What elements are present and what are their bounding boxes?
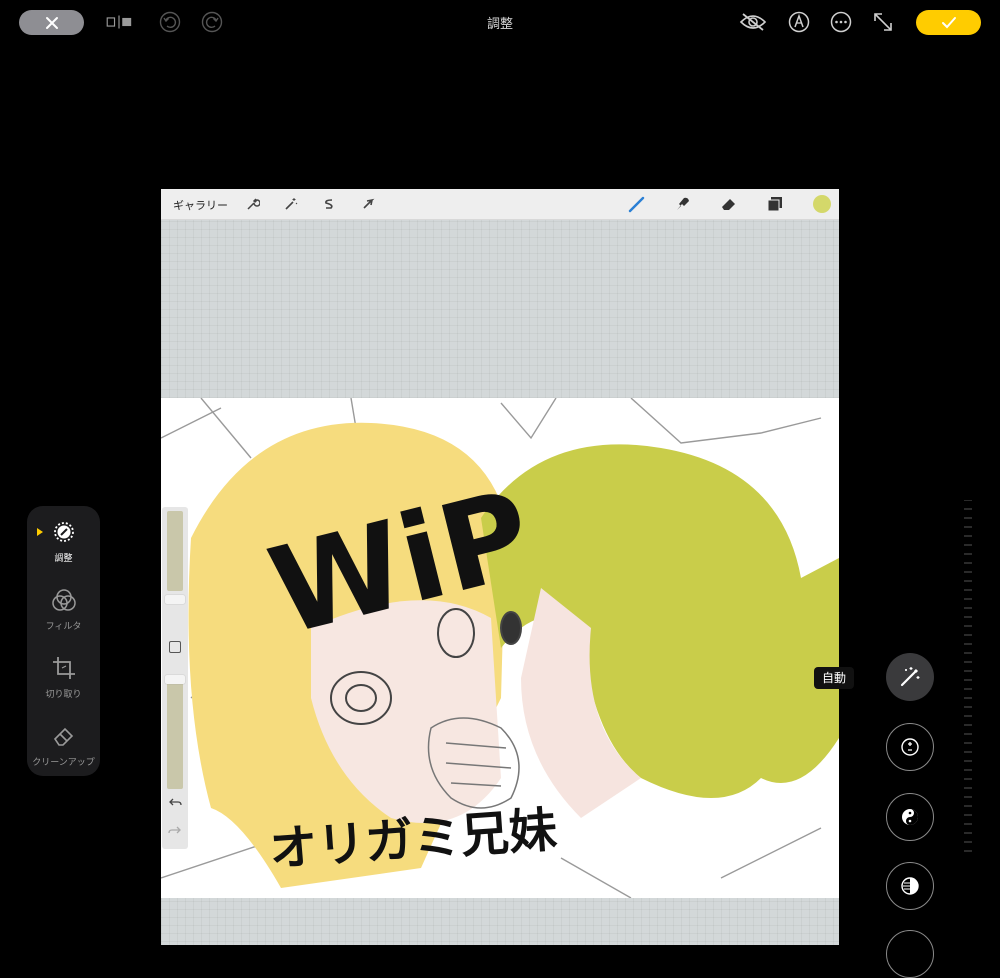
done-button[interactable] — [916, 10, 981, 35]
eraser-icon — [53, 727, 73, 746]
markup-button[interactable] — [786, 9, 812, 35]
modifier-square — [169, 641, 181, 653]
highlights-icon — [901, 877, 919, 895]
magic-wand-icon — [282, 195, 300, 213]
expand-button[interactable] — [870, 9, 896, 35]
tool-adjust-label: 調整 — [54, 554, 73, 564]
undo-small-icon — [169, 798, 182, 806]
transform-arrow-icon — [359, 195, 377, 213]
shadows-button[interactable] — [886, 930, 934, 978]
magic-wand-icon — [900, 667, 920, 687]
layers-icon — [766, 195, 784, 213]
artwork-drawing: WiP オリガミ兄妹 — [161, 398, 839, 898]
crop-icon — [52, 657, 75, 679]
tool-adjust[interactable]: 調整 — [27, 520, 100, 564]
tool-filter-label: フィルタ — [45, 622, 82, 632]
auto-label: 自動 — [814, 667, 855, 689]
tool-crop-label: 切り取り — [45, 690, 82, 700]
brush-size-slider — [162, 507, 188, 849]
highlights-button[interactable] — [886, 862, 934, 910]
checkmark-icon — [941, 16, 956, 28]
pen-tip-icon — [788, 11, 810, 33]
more-options-button[interactable] — [828, 9, 854, 35]
expand-icon — [874, 13, 892, 31]
smudge-icon — [674, 195, 692, 213]
yin-yang-icon — [902, 809, 918, 825]
redo-small-icon — [168, 826, 181, 834]
brilliance-button[interactable] — [886, 793, 934, 841]
adjustment-dial[interactable] — [962, 500, 974, 856]
photo-canvas[interactable]: ギャラリー WiP オリガミ兄妹 — [161, 189, 839, 945]
auto-enhance-button[interactable] — [886, 653, 934, 701]
tool-cleanup[interactable]: クリーンアップ — [27, 724, 100, 768]
hide-markup-button[interactable] — [738, 9, 768, 35]
adjust-icon — [53, 522, 74, 542]
exposure-button[interactable] — [886, 723, 934, 771]
edit-tools-panel: 調整 フィルタ 切り取り クリーンアップ — [27, 506, 100, 776]
tool-cleanup-label: クリーンアップ — [32, 758, 95, 768]
exposure-icon — [901, 738, 919, 756]
eraser-tool-icon — [720, 195, 738, 213]
selection-icon — [320, 195, 338, 213]
tool-filter[interactable]: フィルタ — [27, 588, 100, 632]
filter-icon — [51, 589, 76, 611]
more-icon — [830, 11, 852, 33]
wrench-icon — [244, 195, 262, 213]
brush-icon — [628, 195, 646, 213]
eye-slash-icon — [739, 13, 767, 31]
color-swatch — [813, 195, 831, 213]
photo-app-toolbar: ギャラリー — [161, 189, 839, 220]
tool-crop[interactable]: 切り取り — [27, 656, 100, 700]
photo-gallery-label: ギャラリー — [173, 199, 228, 212]
